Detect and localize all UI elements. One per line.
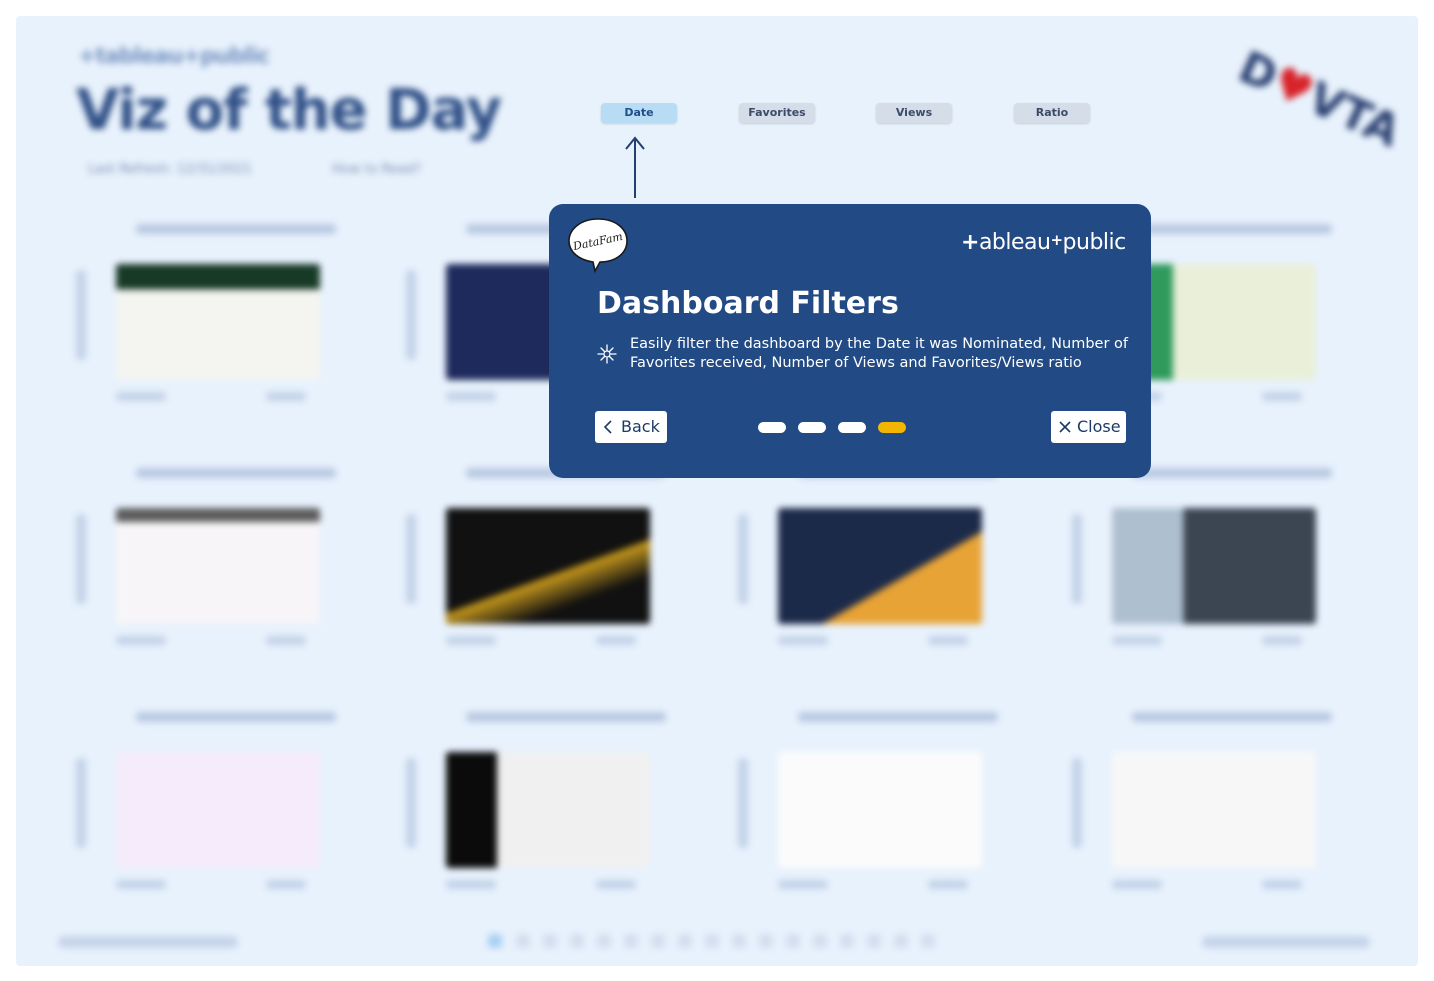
viz-card	[1072, 708, 1352, 918]
viz-card	[76, 220, 356, 430]
viz-card	[738, 708, 1018, 918]
background-refresh-text: Last Refresh: 12/31/2021	[88, 162, 252, 177]
viz-card	[406, 708, 686, 918]
dialog-description: Easily filter the dashboard by the Date …	[630, 336, 1129, 371]
background-brand: D♥VTA	[1231, 41, 1408, 157]
tour-dialog: DataFam +ableau+public Dashboard Filters…	[549, 204, 1151, 478]
close-button[interactable]: Close	[1051, 411, 1126, 443]
dialog-title: Dashboard Filters	[597, 286, 899, 321]
close-button-label: Close	[1077, 417, 1121, 436]
viz-card	[76, 708, 356, 918]
pointer-arrow-icon	[625, 136, 645, 198]
step-dot[interactable]	[758, 422, 786, 433]
filter-views-button[interactable]: Views	[876, 103, 952, 123]
viz-card	[738, 464, 1018, 674]
background-footer-right	[1202, 936, 1370, 948]
datafam-badge-icon: DataFam	[568, 218, 628, 274]
back-button-label: Back	[621, 417, 660, 436]
tableau-public-logo: +ableau+public	[961, 230, 1126, 255]
blurred-background: +tableau+public Viz of the Day Last Refr…	[16, 16, 1418, 966]
viz-card	[76, 464, 356, 674]
dashboard-page: +tableau+public Viz of the Day Last Refr…	[16, 16, 1418, 966]
step-dot[interactable]	[798, 422, 826, 433]
viz-card	[1072, 464, 1352, 674]
background-help-text: How to Read?	[332, 162, 422, 177]
background-logo: +tableau+public	[78, 44, 270, 69]
filter-sparkle-icon	[597, 344, 617, 364]
viz-card	[406, 464, 686, 674]
chevron-left-icon	[603, 420, 612, 434]
filter-date-button[interactable]: Date	[601, 103, 677, 123]
background-title: Viz of the Day	[76, 78, 502, 143]
close-icon	[1059, 421, 1071, 433]
brand-letters-end: VTA	[1300, 72, 1408, 158]
step-dot[interactable]	[838, 422, 866, 433]
step-dot-active[interactable]	[878, 422, 906, 433]
background-footer-left	[58, 936, 238, 948]
back-button[interactable]: Back	[595, 411, 667, 443]
filter-favorites-button[interactable]: Favorites	[739, 103, 815, 123]
step-indicator	[758, 422, 906, 433]
filter-ratio-button[interactable]: Ratio	[1014, 103, 1090, 123]
